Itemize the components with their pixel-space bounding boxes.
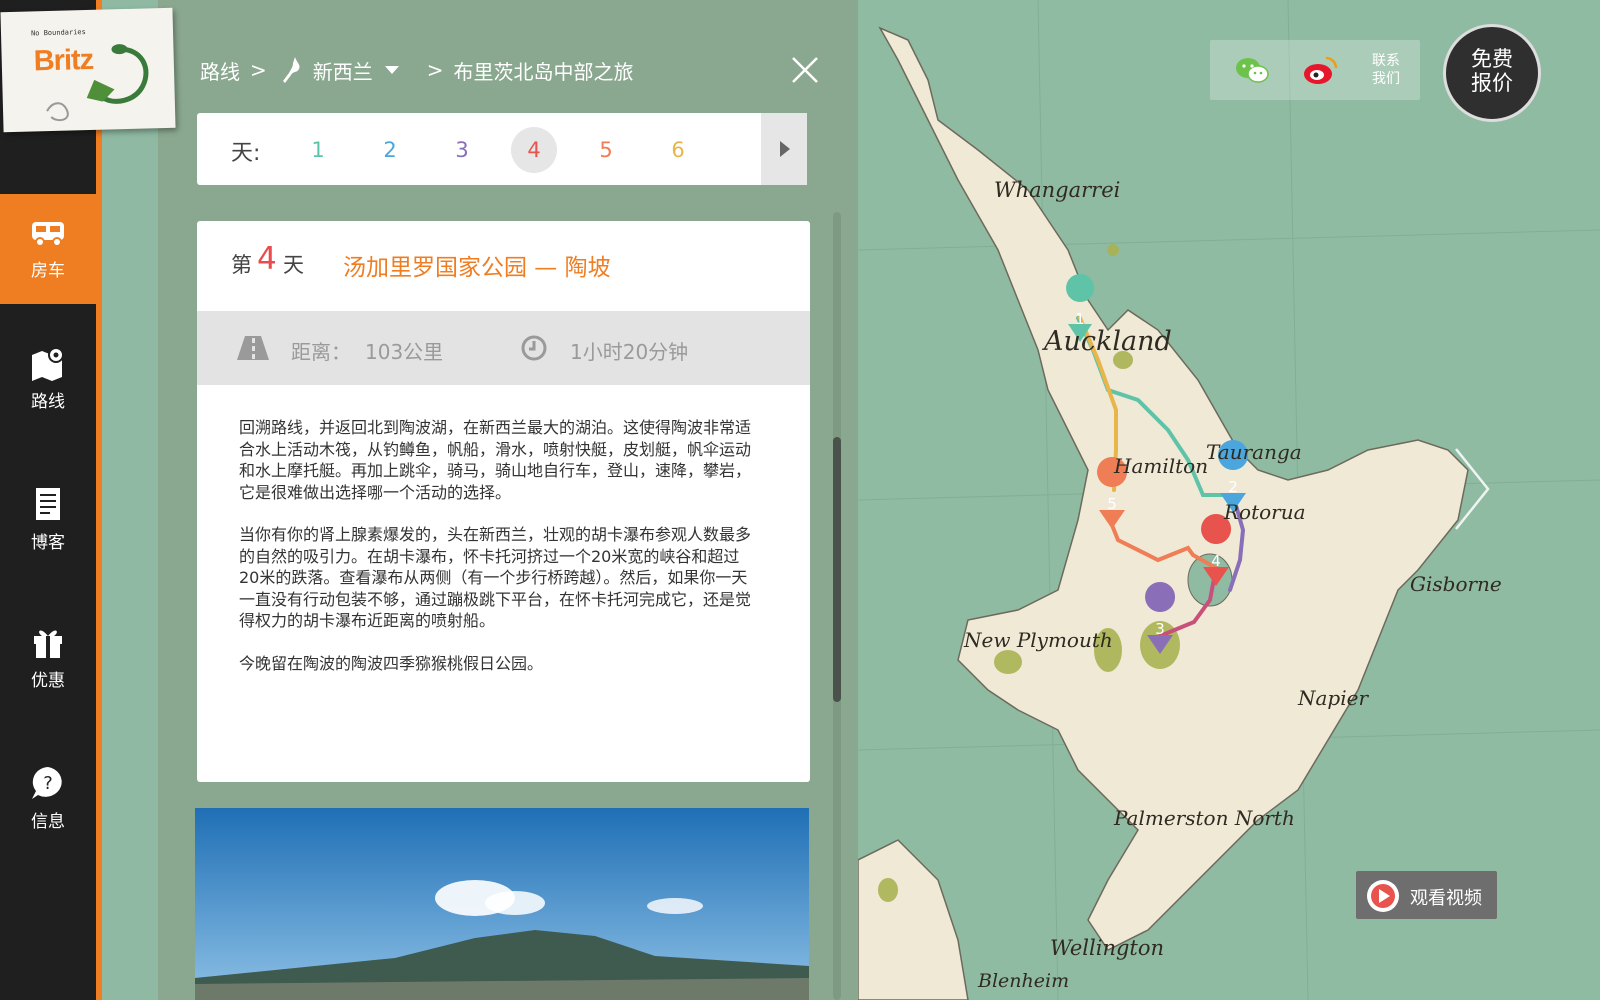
chevron-down-icon[interactable]: [383, 64, 401, 76]
lizard-icon: [46, 44, 149, 122]
duration-value: 1小时20分钟: [570, 340, 689, 364]
sidebar-item-info[interactable]: ? 信息: [0, 745, 96, 855]
breadcrumb-routes[interactable]: 路线: [200, 56, 240, 85]
sidebar-accent-strip: [96, 0, 102, 1000]
campervan-icon: [32, 222, 64, 247]
day-tab-4[interactable]: 4: [511, 127, 557, 173]
day-number: 5: [599, 138, 613, 162]
day-selector: 天: 1 2 3 4 5 6: [197, 113, 807, 185]
distance-value: 103公里: [365, 340, 444, 364]
play-icon: [1367, 880, 1399, 912]
city-label: Hamilton: [1114, 454, 1209, 478]
sidebar-item-blog[interactable]: 博客: [0, 466, 96, 576]
map-pin-icon: [32, 347, 64, 381]
description-paragraph: 今晚留在陶波的陶波四季猕猴桃假日公园。: [239, 653, 544, 673]
quote-line: 报价: [1471, 71, 1513, 95]
city-label: Tauranga: [1206, 440, 1302, 464]
day-suffix: 天: [283, 253, 304, 277]
watch-video-label: 观看视频: [1410, 888, 1482, 909]
day-number-large: 4: [257, 241, 277, 277]
panel-scrollbar[interactable]: [833, 212, 841, 1000]
road-icon: [237, 336, 269, 360]
day-info-bar: 距离： 103公里 1小时20分钟: [197, 311, 810, 385]
clock-icon: [521, 335, 547, 361]
city-label: Napier: [1298, 686, 1369, 710]
breadcrumb-separator: >: [250, 58, 267, 82]
weibo-button[interactable]: [1300, 50, 1340, 90]
breadcrumb-separator: >: [426, 58, 444, 82]
sidebar-item-label: 房车: [31, 261, 65, 281]
route-marker-label: 3: [1155, 620, 1165, 638]
contact-us-link[interactable]: 联系 我们: [1372, 52, 1400, 88]
blog-icon: [36, 488, 60, 520]
day-number: 3: [455, 138, 469, 162]
route-marker-label: 5: [1107, 495, 1117, 513]
gift-icon: [34, 630, 62, 658]
scrollbar-thumb[interactable]: [833, 437, 841, 702]
city-label: Palmerston North: [1114, 806, 1295, 830]
day-next-button[interactable]: [761, 113, 807, 185]
sidebar-item-label: 路线: [31, 392, 65, 412]
contact-line: 我们: [1372, 71, 1400, 87]
watch-video-button[interactable]: 观看视频: [1356, 871, 1497, 919]
city-label: Gisborne: [1410, 572, 1502, 596]
day-tab-6[interactable]: 6: [655, 127, 701, 173]
quote-line: 免费: [1471, 47, 1513, 71]
wechat-button[interactable]: [1232, 50, 1272, 90]
day-title: 汤加里罗国家公园 — 陶坡: [343, 255, 611, 281]
city-label: Wellington: [1050, 936, 1165, 960]
info-question-icon: ?: [32, 767, 62, 799]
day-description: 回溯路线，并返回北到陶波湖，在新西兰最大的湖泊。这使得陶波非常适合水上活动木筏，…: [239, 417, 759, 695]
description-paragraph: 当你有你的肾上腺素爆发的，头在新西兰，壮观的胡卡瀑布参观人数最多的自然的吸引力。…: [239, 525, 752, 630]
city-label: Whangarrei: [994, 178, 1121, 202]
sidebar-item-label: 优惠: [31, 671, 65, 691]
day-number: 1: [311, 138, 325, 162]
day-prefix: 第: [231, 253, 252, 277]
day-selector-label: 天:: [231, 141, 261, 166]
city-label: Rotorua: [1224, 500, 1306, 524]
close-icon[interactable]: [790, 55, 820, 85]
day-tab-5[interactable]: 5: [583, 127, 629, 173]
city-label: Auckland: [1044, 326, 1172, 357]
day-tab-1[interactable]: 1: [295, 127, 341, 173]
day-heading: 第 4 天 汤加里罗国家公园 — 陶坡: [197, 221, 810, 311]
south-island-shape: [858, 839, 969, 1000]
day-tab-2[interactable]: 2: [367, 127, 413, 173]
route-marker-label: 4: [1211, 552, 1221, 570]
sidebar: 房车 路线 博客 优惠 ? 信息: [0, 0, 96, 1000]
free-quote-button[interactable]: 免费 报价: [1443, 24, 1541, 122]
sidebar-item-routes[interactable]: 路线: [0, 325, 96, 435]
breadcrumb-trip: 布里茨北岛中部之旅: [453, 59, 634, 84]
chevron-right-icon: [780, 141, 790, 157]
sidebar-item-offers[interactable]: 优惠: [0, 604, 96, 714]
distance-label: 距离：: [291, 340, 351, 364]
city-label: Blenheim: [978, 970, 1070, 992]
city-label: New Plymouth: [964, 628, 1113, 652]
description-paragraph: 回溯路线，并返回北到陶波湖，在新西兰最大的湖泊。这使得陶波非常适合水上活动木筏，…: [239, 418, 752, 502]
route-marker-label: 2: [1228, 478, 1238, 496]
destination-photo: [195, 808, 809, 1000]
sidebar-item-label: 博客: [31, 533, 65, 553]
sidebar-item-campervan[interactable]: 房车: [0, 194, 96, 304]
day-number: 2: [383, 138, 397, 162]
weibo-icon: [1304, 56, 1338, 84]
day-detail-card: 第 4 天 汤加里罗国家公园 — 陶坡 距离： 103公里 1小时20分钟 回溯…: [197, 221, 810, 782]
svg-text:?: ?: [43, 773, 53, 794]
breadcrumb-country[interactable]: 新西兰: [313, 56, 373, 85]
sidebar-item-label: 信息: [31, 812, 65, 832]
map-next-arrow-icon[interactable]: [1448, 445, 1494, 533]
contact-line: 联系: [1372, 53, 1400, 69]
breadcrumb: 路线 > 新西兰 > 布里茨北岛中部之旅: [200, 55, 634, 85]
day-number: 4: [527, 138, 541, 162]
new-zealand-icon: [282, 57, 300, 83]
britz-logo[interactable]: No Boundaries Britz: [0, 7, 176, 133]
day-number: 6: [671, 138, 685, 162]
day-tab-3[interactable]: 3: [439, 127, 485, 173]
wechat-icon: [1236, 58, 1269, 83]
